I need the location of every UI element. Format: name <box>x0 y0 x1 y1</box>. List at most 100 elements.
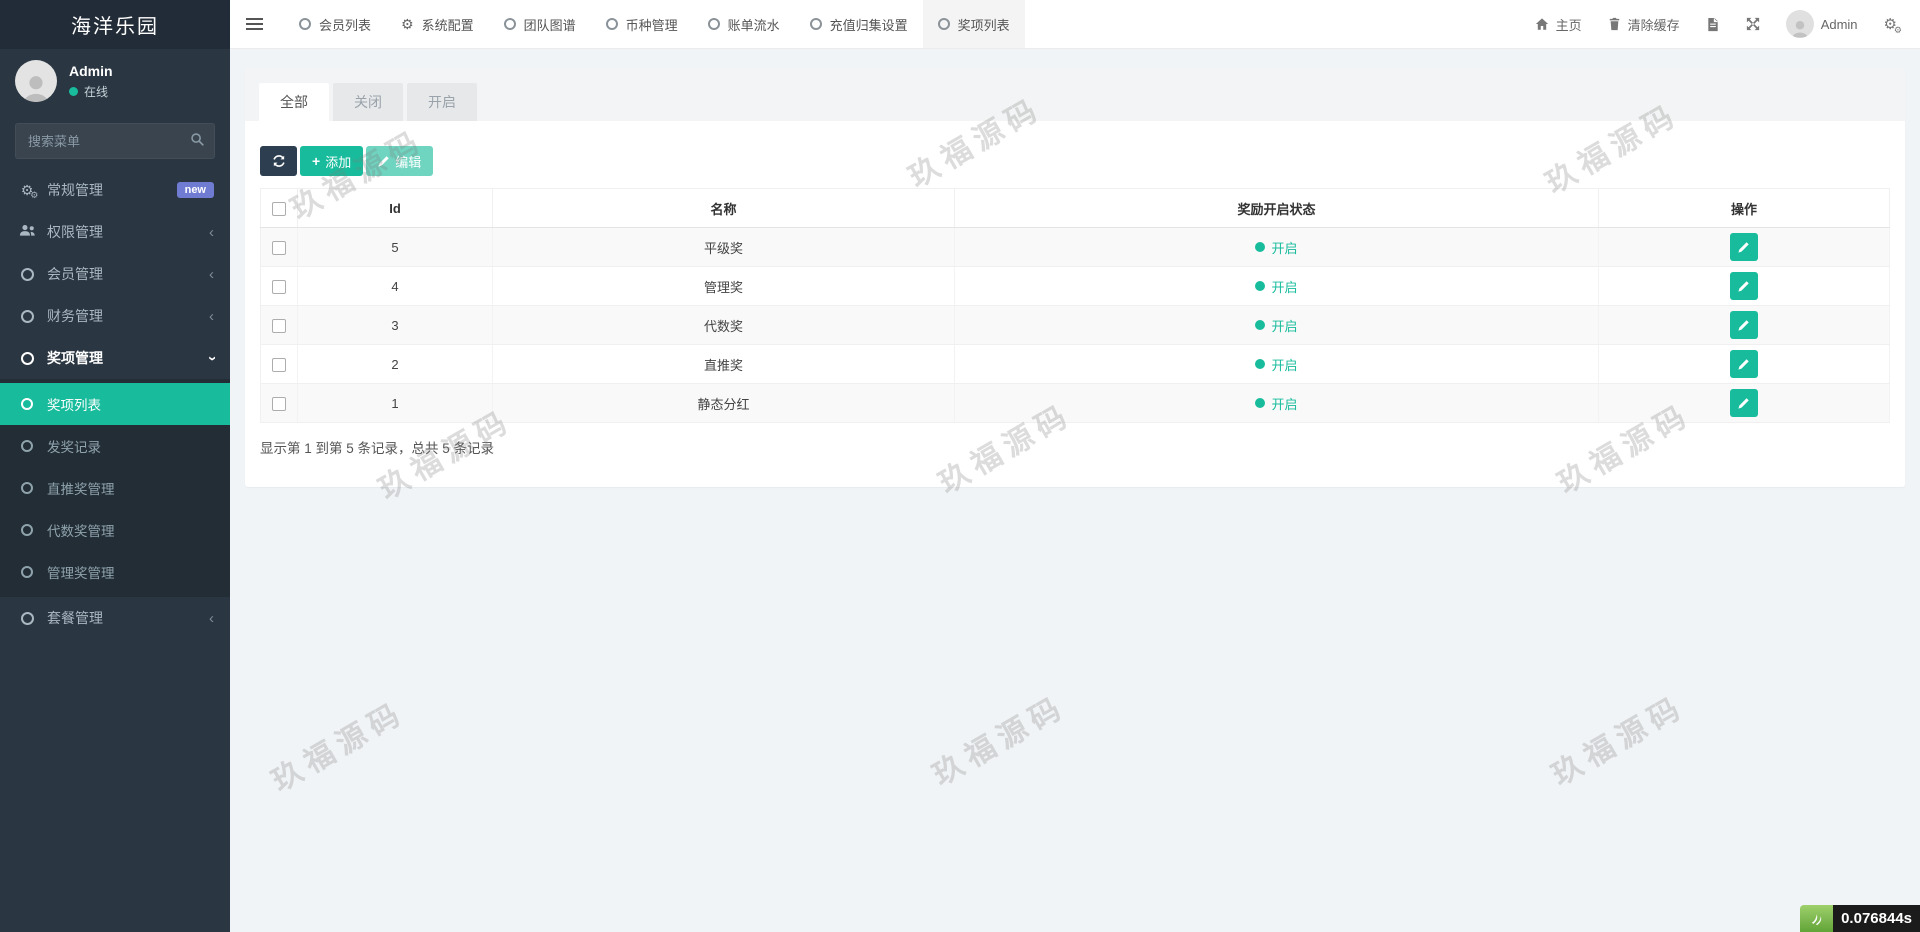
sidebar-item-icon <box>18 352 36 365</box>
top-tab[interactable]: 账单流水 <box>693 0 795 48</box>
sidebar-item-icon <box>18 398 36 410</box>
watermark-text: 玖福源码 <box>262 688 412 800</box>
top-tab[interactable]: 奖项列表 <box>923 0 1025 48</box>
status-toggle[interactable]: 开启 <box>1255 277 1297 296</box>
trace-bar: 0.076844s <box>1800 905 1920 932</box>
user-avatar[interactable] <box>15 60 57 102</box>
row-edit-button[interactable] <box>1730 272 1758 300</box>
top-tab-label: 系统配置 <box>422 15 474 34</box>
plus-icon: + <box>312 153 320 169</box>
sidebar-item-icon <box>18 482 36 494</box>
select-all-checkbox[interactable] <box>272 202 286 216</box>
top-tab[interactable]: 币种管理 <box>591 0 693 48</box>
circle-icon <box>504 18 516 30</box>
status-cell-wrap: 开启 <box>955 228 1599 267</box>
hamburger-icon[interactable] <box>230 0 278 48</box>
top-tab[interactable]: 会员列表 <box>284 0 386 48</box>
gear-icon: ⚙ <box>401 17 414 31</box>
row-checkbox[interactable] <box>272 358 286 372</box>
circle-icon <box>21 398 33 410</box>
sidebar-item[interactable]: ⚙⚙常规管理new <box>0 169 230 211</box>
top-nav-tabs: 会员列表 ⚙ 系统配置 团队图谱 币种管理账单流水充值归集设置奖项列表 <box>284 0 1025 48</box>
status-toggle[interactable]: 开启 <box>1255 394 1297 413</box>
clear-cache-button[interactable]: 清除缓存 <box>1595 0 1693 49</box>
row-checkbox[interactable] <box>272 280 286 294</box>
status-cell-wrap: 开启 <box>955 384 1599 423</box>
status-cell-wrap: 开启 <box>955 267 1599 306</box>
row-edit-button[interactable] <box>1730 311 1758 339</box>
top-tab-label: 币种管理 <box>626 15 678 34</box>
sidebar-item-icon <box>18 310 36 323</box>
trace-time: 0.076844s <box>1833 905 1920 932</box>
sidebar-item-icon <box>18 224 36 240</box>
filter-tab[interactable]: 开启 <box>407 83 477 121</box>
filter-tab[interactable]: 全部 <box>259 83 329 121</box>
search-icon[interactable] <box>190 132 205 150</box>
sidebar-item-label: 管理奖管理 <box>47 562 115 582</box>
docs-button[interactable] <box>1693 0 1733 49</box>
row-edit-button[interactable] <box>1730 389 1758 417</box>
sidebar-subitem[interactable]: 直推奖管理 <box>0 467 230 509</box>
checkbox-cell <box>261 384 298 423</box>
fullscreen-button[interactable] <box>1733 0 1773 49</box>
gear-small-icon: ⚙ <box>30 191 38 200</box>
sidebar-item-icon <box>18 440 36 452</box>
sidebar-item[interactable]: 财务管理‹ <box>0 295 230 337</box>
circle-icon <box>938 18 950 30</box>
row-edit-button[interactable] <box>1730 350 1758 378</box>
refresh-button[interactable] <box>260 146 297 176</box>
status-label: 开启 <box>1271 316 1297 335</box>
row-edit-button[interactable] <box>1730 233 1758 261</box>
filter-tab[interactable]: 关闭 <box>333 83 403 121</box>
circle-icon <box>606 18 618 30</box>
sidebar-item-label: 发奖记录 <box>47 436 101 456</box>
sidebar-item[interactable]: 奖项管理‹ <box>0 337 230 379</box>
sidebar-subitem[interactable]: 代数奖管理 <box>0 509 230 551</box>
table-row: 5平级奖开启 <box>261 228 1890 267</box>
settings-button[interactable]: ⚙⚙ <box>1871 0 1910 49</box>
sidebar-item[interactable]: 套餐管理‹ <box>0 597 230 639</box>
new-badge: new <box>177 182 214 198</box>
sidebar-item-label: 奖项列表 <box>47 394 101 414</box>
top-tab[interactable]: 团队图谱 <box>489 0 591 48</box>
top-tab[interactable]: 充值归集设置 <box>795 0 923 48</box>
checkbox-cell <box>261 267 298 306</box>
sidebar-subitem[interactable]: 管理奖管理 <box>0 551 230 593</box>
sidebar-subitem[interactable]: 发奖记录 <box>0 425 230 467</box>
sidebar-item-label: 权限管理 <box>47 222 103 242</box>
edit-button[interactable]: 编辑 <box>366 146 433 176</box>
brand-title: 海洋乐园 <box>0 0 230 49</box>
id-cell: 5 <box>298 228 493 267</box>
app-root: 海洋乐园 Admin 在线 <box>0 0 1920 932</box>
sidebar-item[interactable]: 权限管理 ‹ <box>0 211 230 253</box>
gears-icon: ⚙⚙ <box>1884 17 1897 32</box>
row-checkbox[interactable] <box>272 397 286 411</box>
add-button[interactable]: + 添加 <box>300 146 363 176</box>
row-checkbox[interactable] <box>272 241 286 255</box>
sidebar-item-label: 会员管理 <box>47 264 103 284</box>
top-tab[interactable]: ⚙ 系统配置 <box>386 0 489 48</box>
circle-icon <box>299 18 311 30</box>
sidebar-item[interactable]: 会员管理‹ <box>0 253 230 295</box>
row-checkbox[interactable] <box>272 319 286 333</box>
menu-search <box>15 123 215 159</box>
user-menu[interactable]: Admin <box>1773 0 1871 49</box>
action-cell <box>1599 267 1890 306</box>
sidebar-subitem[interactable]: 奖项列表 <box>0 383 230 425</box>
status-toggle[interactable]: 开启 <box>1255 238 1297 257</box>
id-cell: 3 <box>298 306 493 345</box>
circle-icon <box>21 268 34 281</box>
action-cell <box>1599 228 1890 267</box>
status-toggle[interactable]: 开启 <box>1255 316 1297 335</box>
name-cell: 直推奖 <box>493 345 955 384</box>
top-tab-label: 团队图谱 <box>524 15 576 34</box>
chevron-left-icon: ‹ <box>209 225 214 240</box>
document-icon <box>1706 17 1720 32</box>
status-toggle[interactable]: 开启 <box>1255 355 1297 374</box>
status-dot-icon <box>1255 398 1265 408</box>
navbar-right: 主页 清除缓存 <box>1522 0 1920 48</box>
menu-search-input[interactable] <box>15 123 215 159</box>
home-button[interactable]: 主页 <box>1522 0 1595 49</box>
thinkphp-logo-icon[interactable] <box>1800 905 1833 932</box>
status-cell-wrap: 开启 <box>955 306 1599 345</box>
